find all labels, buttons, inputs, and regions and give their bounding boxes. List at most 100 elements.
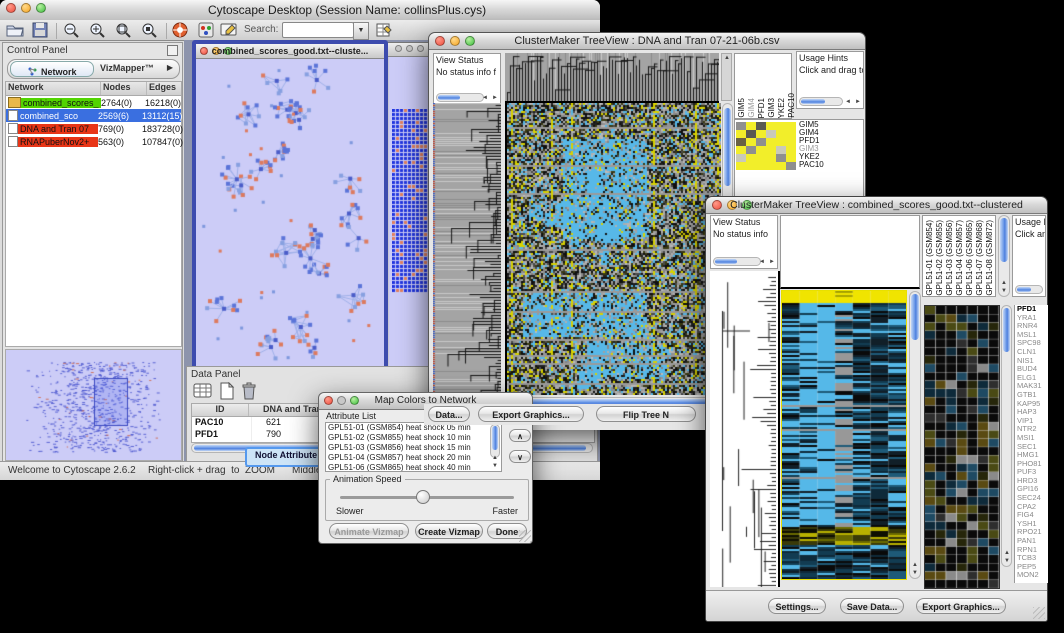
matrix-cell[interactable] xyxy=(766,138,776,146)
global-heatmap[interactable] xyxy=(505,103,721,395)
scroll-down-icon[interactable]: ▼ xyxy=(490,463,500,470)
scroll-up-icon[interactable]: ▲ xyxy=(490,455,500,462)
matrix-cell[interactable] xyxy=(756,162,766,170)
create-vizmap-button[interactable]: Create Vizmap xyxy=(415,523,483,539)
attribute-list-item[interactable]: GPL51-06 (GSM865) heat shock 40 min xyxy=(328,463,501,472)
scroll-left-icon[interactable]: ◄ xyxy=(757,259,767,266)
scroll-down-icon[interactable]: ▼ xyxy=(999,288,1009,295)
column-label[interactable]: PFD1 xyxy=(757,98,766,118)
column-label[interactable]: GPL51-02 (GSM855) xyxy=(935,220,944,296)
column-label[interactable]: GPL51-07 (GSM868) xyxy=(975,220,984,296)
zoom-selected-icon[interactable] xyxy=(140,22,158,43)
attribute-list-vscrollbar[interactable] xyxy=(490,424,500,458)
matrix-cell[interactable] xyxy=(786,138,796,146)
col-header-network[interactable]: Network xyxy=(6,82,101,95)
matrix-cell[interactable] xyxy=(776,130,786,138)
close-icon[interactable] xyxy=(395,45,402,52)
column-label[interactable]: PAC10 xyxy=(787,93,796,118)
scroll-down-icon[interactable]: ▼ xyxy=(910,570,920,577)
network-list-row[interactable]: combined_scores_2764(0)16218(0) xyxy=(6,96,181,109)
view-status-hscrollbar[interactable] xyxy=(713,257,761,266)
column-label[interactable]: GIM4 xyxy=(747,98,756,118)
scroll-up-icon[interactable]: ▲ xyxy=(1002,550,1012,557)
network-frame-active[interactable]: combined_scores_good.txt--cluste... xyxy=(192,40,388,370)
matrix-cell[interactable] xyxy=(776,162,786,170)
network-view-canvas[interactable] xyxy=(196,59,384,363)
birdseye-view[interactable] xyxy=(5,349,182,461)
float-panel-icon[interactable] xyxy=(167,45,178,56)
matrix-cell[interactable] xyxy=(766,162,776,170)
zoom-heatmap[interactable] xyxy=(924,305,1000,589)
heatmap-vscrollbar[interactable]: ▲ ▼ xyxy=(909,291,921,579)
matrix-cell[interactable] xyxy=(786,122,796,130)
network-list-row[interactable]: RNAPuberNov2+563(0)107847(0) xyxy=(6,135,181,148)
global-heatmap[interactable] xyxy=(782,291,906,579)
column-label[interactable]: GPL51-04 (GSM857) xyxy=(955,220,964,296)
usage-hints-hscrollbar[interactable] xyxy=(799,97,843,106)
table-grid-icon[interactable] xyxy=(193,382,213,405)
open-file-button[interactable] xyxy=(6,22,24,43)
matrix-cell[interactable] xyxy=(746,122,756,130)
column-label[interactable]: GPL51-08 (GSM872) xyxy=(985,220,994,296)
matrix-cell[interactable] xyxy=(756,130,766,138)
animate-vizmap-button[interactable]: Animate Vizmap xyxy=(329,523,409,539)
zoom-out-icon[interactable] xyxy=(62,22,80,43)
scroll-right-icon[interactable]: ► xyxy=(767,259,777,266)
gene-dendrogram[interactable] xyxy=(433,103,501,395)
export-graphics-button[interactable]: Export Graphics... xyxy=(478,406,584,422)
new-document-icon[interactable] xyxy=(219,382,235,405)
data-button[interactable]: Data... xyxy=(428,406,470,422)
delete-trash-icon[interactable] xyxy=(241,382,257,405)
matrix-cell[interactable] xyxy=(756,122,766,130)
column-labels-vscrollbar[interactable]: ▲ ▼ xyxy=(998,215,1010,297)
column-label[interactable]: GPL51-01 (GSM854) xyxy=(925,220,934,296)
matrix-cell[interactable] xyxy=(766,146,776,154)
tab-vizmapper[interactable]: VizMapper™ xyxy=(100,63,154,73)
matrix-cell[interactable] xyxy=(736,154,746,162)
scroll-down-icon[interactable]: ▼ xyxy=(1002,558,1012,565)
scroll-left-icon[interactable]: ◄ xyxy=(843,99,853,106)
scroll-right-icon[interactable]: ► xyxy=(853,99,863,106)
move-up-button[interactable]: ∧ xyxy=(509,429,531,442)
zoom-in-icon[interactable] xyxy=(88,22,106,43)
matrix-cell[interactable] xyxy=(746,146,756,154)
window-controls[interactable] xyxy=(6,3,46,13)
gene-list-vscrollbar[interactable]: ▲ ▼ xyxy=(1001,305,1012,567)
column-dendrogram-area[interactable] xyxy=(780,215,920,289)
matrix-cell[interactable] xyxy=(776,138,786,146)
matrix-cell[interactable] xyxy=(736,130,746,138)
save-data-button[interactable]: Save Data... xyxy=(840,598,904,614)
matrix-cell[interactable] xyxy=(786,146,796,154)
attribute-list-item[interactable]: GPL51-03 (GSM856) heat shock 15 min xyxy=(328,443,501,453)
matrix-cell[interactable] xyxy=(736,146,746,154)
speed-slider-thumb[interactable] xyxy=(416,490,430,504)
settings-button[interactable]: Settings... xyxy=(768,598,826,614)
matrix-cell[interactable] xyxy=(736,162,746,170)
gene-dendrogram[interactable] xyxy=(710,271,780,587)
minimize-icon[interactable] xyxy=(406,45,413,52)
matrix-cell[interactable] xyxy=(736,122,746,130)
matrix-cell[interactable] xyxy=(786,154,796,162)
scroll-up-icon[interactable]: ▲ xyxy=(999,280,1009,287)
matrix-cell[interactable] xyxy=(776,146,786,154)
data-col-id[interactable]: ID xyxy=(192,404,249,416)
matrix-cell[interactable] xyxy=(766,130,776,138)
matrix-cell[interactable] xyxy=(746,162,756,170)
column-label[interactable]: GPL51-03 (GSM856) xyxy=(945,220,954,296)
matrix-cell[interactable] xyxy=(776,122,786,130)
minimize-icon[interactable] xyxy=(21,3,31,13)
matrix-cell[interactable] xyxy=(786,130,796,138)
matrix-cell[interactable] xyxy=(766,122,776,130)
matrix-cell[interactable] xyxy=(756,146,766,154)
save-button[interactable] xyxy=(32,22,48,43)
resize-grip[interactable] xyxy=(519,530,531,542)
search-input[interactable] xyxy=(282,22,354,38)
zoom-icon[interactable] xyxy=(36,3,46,13)
dendrogram-scroll-corner[interactable]: ▲ xyxy=(721,53,732,101)
matrix-cell[interactable] xyxy=(756,138,766,146)
column-label[interactable]: GIM5 xyxy=(737,98,746,118)
attribute-list-item[interactable]: GPL51-04 (GSM857) heat shock 20 min xyxy=(328,453,501,463)
column-dendrogram[interactable] xyxy=(505,53,719,103)
matrix-row-label[interactable]: PAC10 xyxy=(799,161,824,169)
view-status-hscrollbar[interactable] xyxy=(436,93,484,102)
